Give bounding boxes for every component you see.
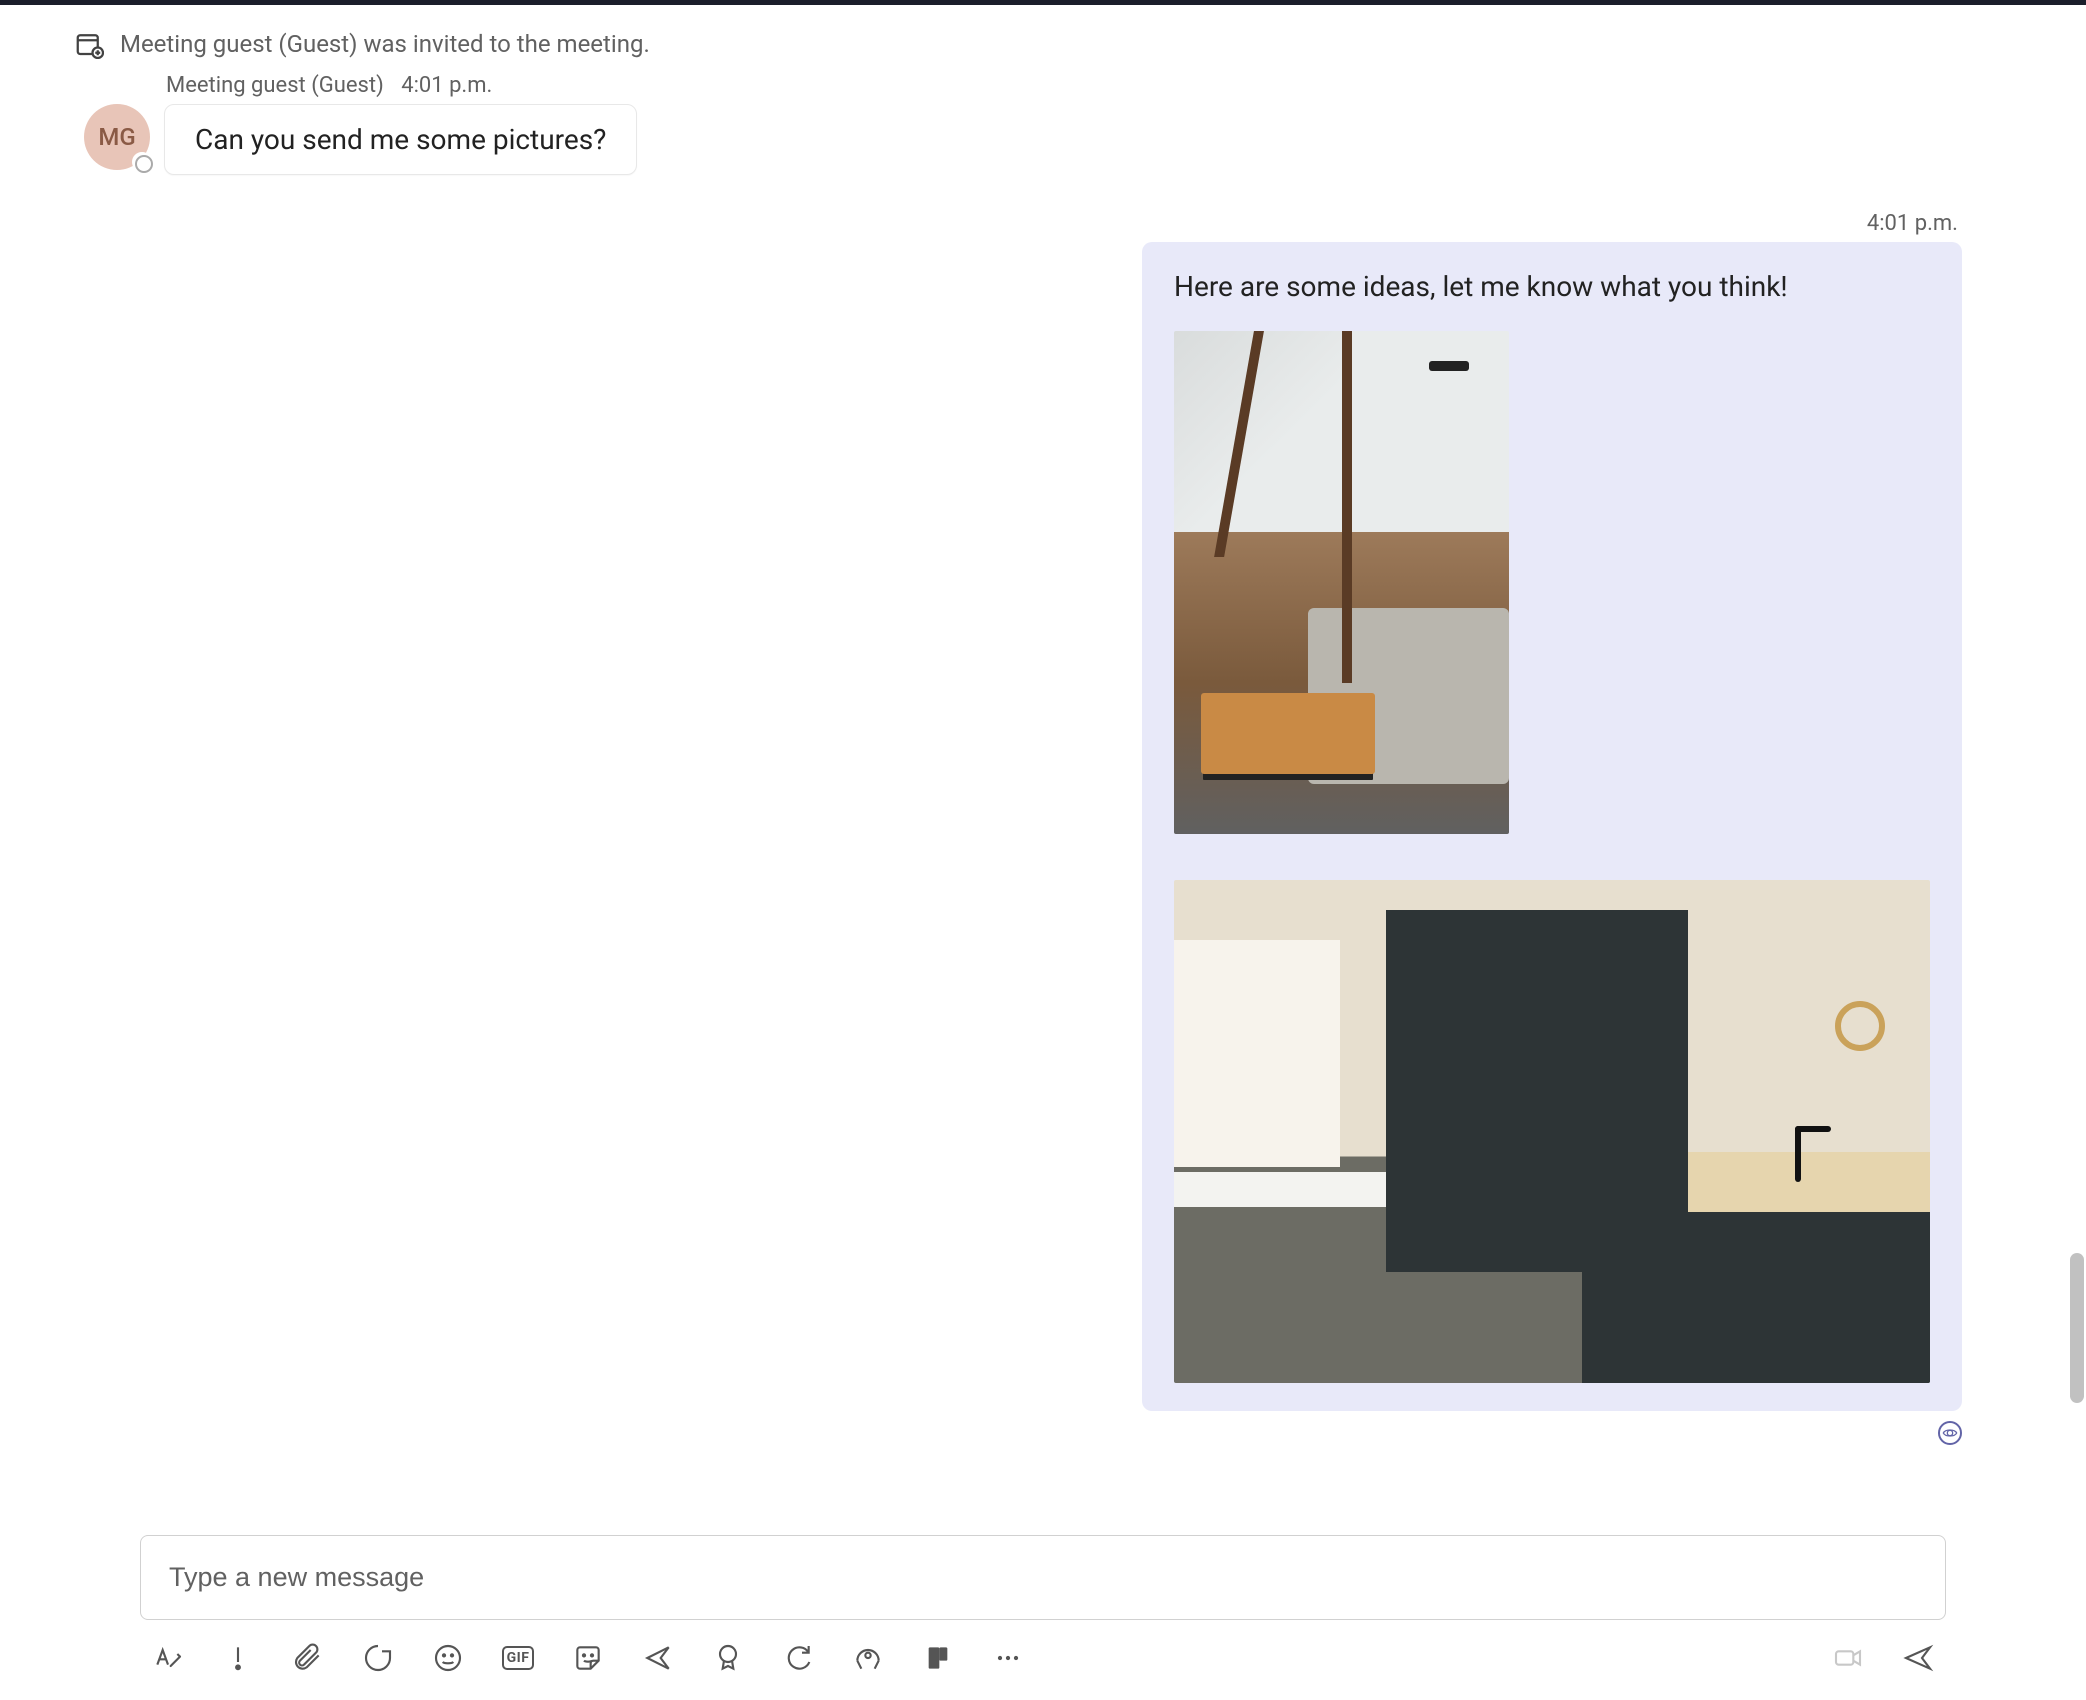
avatar-initials: MG — [98, 123, 135, 151]
system-event-text: Meeting guest (Guest) was invited to the… — [120, 30, 650, 58]
loop-button[interactable] — [360, 1640, 396, 1676]
actions-button[interactable] — [640, 1640, 676, 1676]
outgoing-message-bubble[interactable]: Here are some ideas, let me know what yo… — [1142, 242, 1962, 1411]
interior-livingroom-image[interactable] — [1174, 331, 1509, 834]
approvals-button[interactable] — [710, 1640, 746, 1676]
incoming-timestamp: 4:01 p.m. — [401, 73, 492, 98]
scrollbar-thumb[interactable] — [2070, 1253, 2084, 1403]
incoming-message-bubble[interactable]: Can you send me some pictures? — [164, 104, 637, 175]
message-input[interactable] — [140, 1535, 1946, 1620]
incoming-message-row[interactable]: MG Can you send me some pictures? — [24, 104, 2062, 175]
read-receipt-seen-icon — [1938, 1421, 1962, 1445]
delivery-options-button[interactable] — [220, 1640, 256, 1676]
incoming-message-meta: Meeting guest (Guest) 4:01 p.m. — [24, 67, 2062, 104]
gif-button[interactable]: GIF — [500, 1640, 536, 1676]
interior-kitchen-image[interactable] — [1174, 880, 1930, 1383]
gif-label: GIF — [502, 1646, 535, 1670]
viva-button[interactable] — [920, 1640, 956, 1676]
sticker-button[interactable] — [570, 1640, 606, 1676]
calendar-add-icon — [74, 29, 104, 59]
message-composer: GIF — [0, 1535, 2086, 1700]
chat-scroll-area: Meeting guest (Guest) was invited to the… — [0, 5, 2086, 1530]
format-button[interactable] — [150, 1640, 186, 1676]
emoji-button[interactable] — [430, 1640, 466, 1676]
incoming-message-text: Can you send me some pictures? — [195, 123, 606, 156]
avatar[interactable]: MG — [84, 104, 150, 170]
video-clip-button[interactable] — [1830, 1640, 1866, 1676]
presence-offline-icon — [132, 152, 152, 172]
system-event-row: Meeting guest (Guest) was invited to the… — [24, 21, 2062, 67]
outgoing-message-text: Here are some ideas, let me know what yo… — [1174, 270, 1930, 303]
updates-button[interactable] — [780, 1640, 816, 1676]
outgoing-timestamp: 4:01 p.m. — [1863, 205, 1962, 242]
composer-toolbar: GIF — [140, 1620, 1946, 1684]
send-button[interactable] — [1900, 1640, 1936, 1676]
stream-button[interactable] — [850, 1640, 886, 1676]
incoming-sender-name: Meeting guest (Guest) — [166, 73, 384, 98]
attach-button[interactable] — [290, 1640, 326, 1676]
outgoing-message-group: 4:01 p.m. Here are some ideas, let me kn… — [24, 205, 2062, 1445]
more-options-button[interactable] — [990, 1640, 1026, 1676]
